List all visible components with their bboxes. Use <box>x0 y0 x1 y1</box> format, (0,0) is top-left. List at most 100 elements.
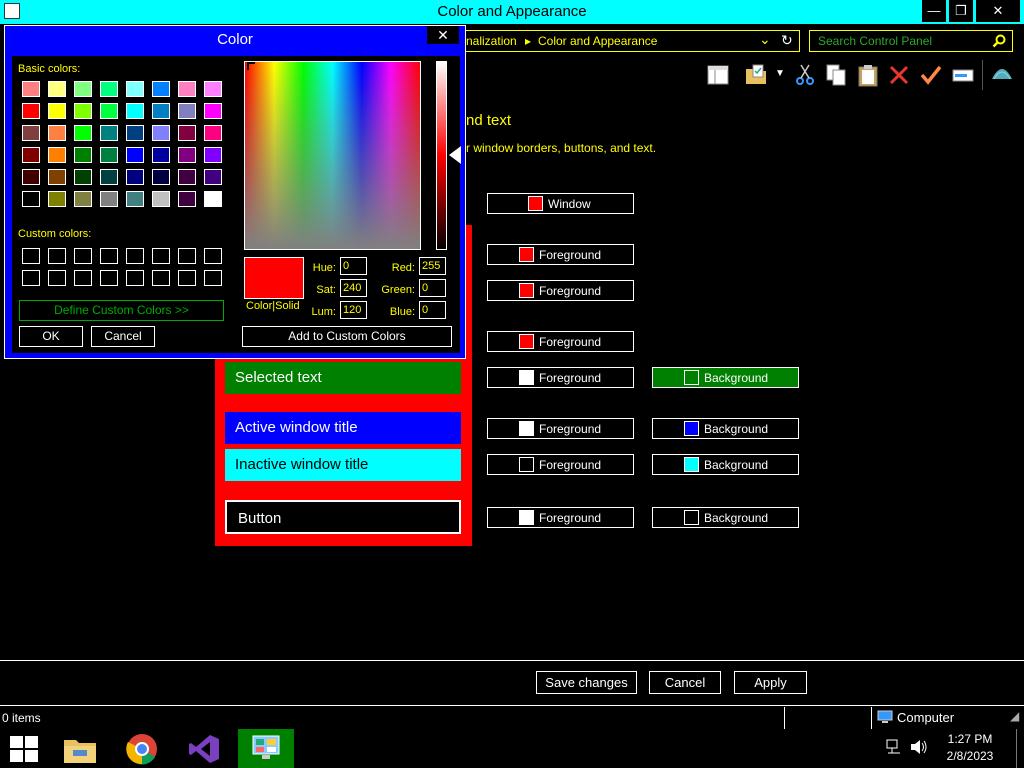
basic-color-swatch[interactable] <box>48 81 66 97</box>
folder-properties-icon[interactable] <box>744 63 768 87</box>
custom-color-swatch[interactable] <box>178 248 196 264</box>
preview-button[interactable]: Button <box>225 500 461 534</box>
custom-color-swatch[interactable] <box>178 270 196 286</box>
luminosity-slider[interactable] <box>436 61 447 250</box>
apply-button[interactable]: Apply <box>734 671 807 694</box>
visual-studio-icon[interactable] <box>188 734 220 764</box>
basic-color-swatch[interactable] <box>100 191 118 207</box>
custom-color-swatch[interactable] <box>152 248 170 264</box>
custom-color-swatch[interactable] <box>74 270 92 286</box>
basic-color-swatch[interactable] <box>22 191 40 207</box>
luminosity-arrow-icon[interactable] <box>449 146 461 164</box>
minimize-button[interactable]: — <box>922 0 946 22</box>
add-to-custom-colors-button[interactable]: Add to Custom Colors <box>242 326 452 347</box>
custom-color-swatch[interactable] <box>100 270 118 286</box>
network-icon[interactable] <box>886 739 902 755</box>
basic-color-swatch[interactable] <box>74 81 92 97</box>
paste-icon[interactable] <box>856 63 880 87</box>
chrome-icon[interactable] <box>126 733 158 765</box>
basic-color-swatch[interactable] <box>126 169 144 185</box>
basic-color-swatch[interactable] <box>152 103 170 119</box>
cancel-button[interactable]: Cancel <box>649 671 721 694</box>
refresh-icon[interactable]: ↻ <box>781 32 793 49</box>
custom-color-swatch[interactable] <box>22 270 40 286</box>
basic-color-swatch[interactable] <box>126 147 144 163</box>
volume-icon[interactable] <box>910 739 928 755</box>
basic-color-swatch[interactable] <box>178 147 196 163</box>
basic-color-swatch[interactable] <box>48 169 66 185</box>
show-desktop-button[interactable] <box>1016 729 1017 768</box>
preview-inactive-title[interactable]: Inactive window title <box>225 449 461 481</box>
start-icon[interactable] <box>10 736 38 762</box>
basic-color-swatch[interactable] <box>100 169 118 185</box>
basic-color-swatch[interactable] <box>204 169 222 185</box>
basic-color-swatch[interactable] <box>22 81 40 97</box>
copy-icon[interactable] <box>824 63 848 87</box>
custom-color-swatch[interactable] <box>74 248 92 264</box>
basic-color-swatch[interactable] <box>74 191 92 207</box>
basic-color-swatch[interactable] <box>48 191 66 207</box>
element-background-button[interactable]: Background <box>652 507 799 528</box>
spectrum-crosshair[interactable] <box>247 62 255 70</box>
element-foreground-button[interactable]: Foreground <box>487 454 634 475</box>
rename-icon[interactable] <box>951 63 975 87</box>
element-foreground-button[interactable]: Foreground <box>487 331 634 352</box>
custom-color-swatch[interactable] <box>204 270 222 286</box>
custom-color-swatch[interactable] <box>126 248 144 264</box>
basic-color-swatch[interactable] <box>100 147 118 163</box>
close-button[interactable]: ✕ <box>976 0 1020 22</box>
element-background-button[interactable]: Background <box>652 367 799 388</box>
basic-color-swatch[interactable] <box>100 125 118 141</box>
basic-color-swatch[interactable] <box>152 147 170 163</box>
cut-icon[interactable] <box>793 63 817 87</box>
element-foreground-button[interactable]: Foreground <box>487 244 634 265</box>
breadcrumb-personalization[interactable]: nalization <box>466 34 517 48</box>
control-panel-icon[interactable] <box>251 734 281 762</box>
custom-color-swatch[interactable] <box>22 248 40 264</box>
custom-color-swatch[interactable] <box>48 248 66 264</box>
clock-date[interactable]: 2/8/2023 <box>940 749 1000 763</box>
basic-color-swatch[interactable] <box>152 125 170 141</box>
ok-button[interactable]: OK <box>19 326 83 347</box>
basic-color-swatch[interactable] <box>74 125 92 141</box>
preview-active-title[interactable]: Active window title <box>225 412 461 444</box>
element-foreground-button[interactable]: Foreground <box>487 280 634 301</box>
basic-color-swatch[interactable] <box>178 103 196 119</box>
maximize-button[interactable]: ❐ <box>949 0 973 22</box>
element-foreground-button[interactable]: Foreground <box>487 507 634 528</box>
search-input[interactable]: Search Control Panel <box>818 34 932 48</box>
lum-field[interactable]: 120 <box>340 301 367 319</box>
basic-color-swatch[interactable] <box>178 191 196 207</box>
custom-color-swatch[interactable] <box>204 248 222 264</box>
basic-color-swatch[interactable] <box>152 191 170 207</box>
basic-color-swatch[interactable] <box>126 125 144 141</box>
basic-color-swatch[interactable] <box>204 81 222 97</box>
dropdown-arrow-icon[interactable]: ▼ <box>775 68 785 79</box>
element-background-button[interactable]: Background <box>652 454 799 475</box>
element-foreground-button[interactable]: Foreground <box>487 418 634 439</box>
define-custom-colors-button[interactable]: Define Custom Colors >> <box>19 300 224 321</box>
checkmark-icon[interactable] <box>919 63 943 87</box>
preview-selected-text[interactable]: Selected text <box>225 362 461 394</box>
basic-color-swatch[interactable] <box>178 169 196 185</box>
basic-color-swatch[interactable] <box>204 125 222 141</box>
basic-color-swatch[interactable] <box>126 81 144 97</box>
color-dialog-close-button[interactable]: ✕ <box>427 26 459 44</box>
save-changes-button[interactable]: Save changes <box>536 671 637 694</box>
element-background-button[interactable]: Background <box>652 418 799 439</box>
green-field[interactable]: 0 <box>419 279 446 297</box>
layout-icon[interactable] <box>706 63 730 87</box>
file-explorer-icon[interactable] <box>63 734 97 764</box>
basic-color-swatch[interactable] <box>22 169 40 185</box>
color-solid-label[interactable]: Color|Solid <box>246 300 300 312</box>
basic-color-swatch[interactable] <box>22 147 40 163</box>
color-spectrum[interactable] <box>244 61 421 250</box>
basic-color-swatch[interactable] <box>22 125 40 141</box>
custom-color-swatch[interactable] <box>126 270 144 286</box>
appearance-shell-icon[interactable] <box>990 63 1014 87</box>
basic-color-swatch[interactable] <box>204 103 222 119</box>
basic-color-swatch[interactable] <box>74 169 92 185</box>
address-dropdown-icon[interactable]: ⌄ <box>759 31 771 48</box>
basic-color-swatch[interactable] <box>100 103 118 119</box>
address-bar[interactable]: nalization ▸ Color and Appearance ⌄ ↻ <box>462 30 800 52</box>
